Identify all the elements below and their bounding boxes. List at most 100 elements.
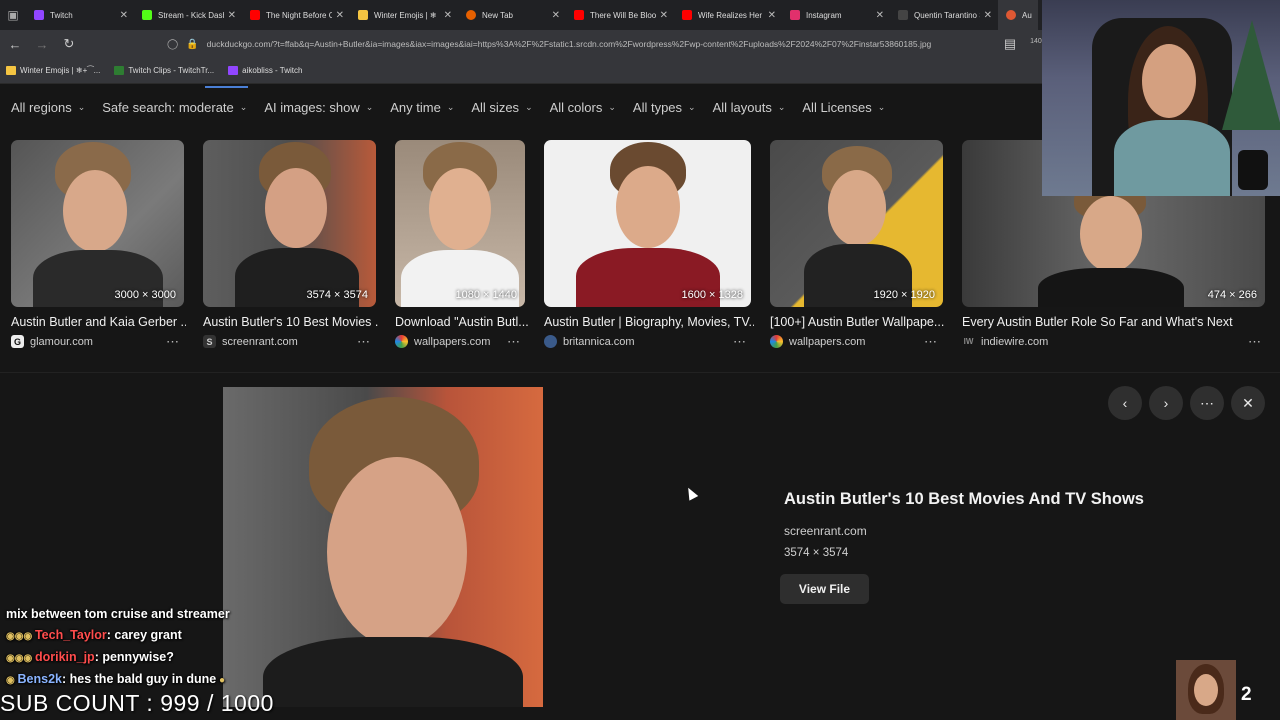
reader-view-icon[interactable]: ▤: [998, 32, 1022, 56]
result-title-3[interactable]: Austin Butler | Biography, Movies, TV...: [544, 315, 754, 329]
detail-source[interactable]: screenrant.com: [784, 524, 867, 538]
result-source-3[interactable]: britannica.com: [544, 335, 635, 348]
close-detail-button[interactable]: ✕: [1231, 386, 1265, 420]
tab-9-active[interactable]: Austin: [998, 0, 1038, 30]
url-text: duckduckgo.com/?t=ffab&q=Austin+Butler&i…: [206, 39, 932, 49]
result-thumbnail-1[interactable]: 3574 × 3574: [203, 140, 376, 307]
chat-message: ◉◉◉ Tech_Taylor: carey grant: [6, 625, 230, 647]
tab-label: Stream - Kick Dashb: [158, 10, 224, 20]
close-tab-icon[interactable]: ✕: [876, 10, 884, 21]
result-title-4[interactable]: [100+] Austin Butler Wallpape...: [770, 315, 945, 329]
tab-label: Twitch: [50, 10, 73, 20]
next-image-button[interactable]: ›: [1149, 386, 1183, 420]
result-title-2[interactable]: Download "Austin Butl...: [395, 315, 530, 329]
filter-label: Safe search: moderate: [102, 99, 234, 115]
tab-7[interactable]: Instagram ✕: [782, 0, 890, 30]
tab-6[interactable]: Wife Realizes Her H ✕: [674, 0, 782, 30]
filter-label: All colors: [549, 99, 603, 115]
tab-1[interactable]: Stream - Kick Dashb ✕: [134, 0, 242, 30]
filter-time[interactable]: Any time ⌄: [390, 100, 454, 115]
folder-icon: [6, 66, 16, 75]
badge-icons: ◉: [6, 675, 18, 686]
result-thumbnail-4[interactable]: 1920 × 1920: [770, 140, 943, 307]
glamour-logo-icon: G: [11, 335, 24, 348]
face-shape: [616, 166, 680, 248]
result-title-0[interactable]: Austin Butler and Kaia Gerber ...: [11, 315, 186, 329]
filter-ai-images[interactable]: AI images: show ⌄: [264, 100, 373, 115]
detail-image[interactable]: [223, 387, 543, 707]
close-tab-icon[interactable]: ✕: [768, 10, 776, 21]
close-tab-icon[interactable]: ✕: [552, 10, 560, 21]
result-title-5[interactable]: Every Austin Butler Role So Far and What…: [962, 315, 1262, 329]
result-source-5[interactable]: IW indiewire.com: [962, 335, 1049, 348]
tab-0[interactable]: Twitch ✕: [26, 0, 134, 30]
result-source-4[interactable]: wallpapers.com: [770, 335, 865, 348]
bookmark-0[interactable]: Winter Emojis | ❄+⁀...: [6, 66, 100, 75]
tab-5[interactable]: There Will Be Blood ✕: [566, 0, 674, 30]
chevron-down-icon: ⌄: [525, 101, 533, 112]
filter-types[interactable]: All types ⌄: [633, 100, 696, 115]
chat-text: : carey grant: [106, 628, 182, 642]
result-thumbnail-0[interactable]: 3000 × 3000: [11, 140, 184, 307]
filter-layouts[interactable]: All layouts ⌄: [713, 100, 786, 115]
twitch-favicon-icon: [34, 10, 44, 20]
detail-dimensions: 3574 × 3574: [784, 547, 849, 559]
filter-regions[interactable]: All regions ⌄: [11, 100, 85, 115]
more-options-icon[interactable]: ⋯: [507, 334, 520, 350]
tab-8[interactable]: Quentin Tarantino S ✕: [890, 0, 998, 30]
result-source-0[interactable]: Gglamour.com: [11, 335, 93, 348]
chevron-down-icon: ⌄: [446, 101, 455, 112]
more-options-icon[interactable]: ⋯: [166, 334, 179, 350]
chat-message: ◉ Bens2k: hes the bald guy in dune ●: [6, 669, 230, 691]
tab-overview-icon[interactable]: ▣: [0, 0, 26, 30]
more-options-icon[interactable]: ⋯: [357, 334, 370, 350]
forward-arrow-icon[interactable]: →: [30, 32, 54, 56]
filter-licenses[interactable]: All Licenses ⌄: [802, 100, 885, 115]
result-thumbnail-3[interactable]: 1600 × 1328: [544, 140, 751, 307]
more-options-icon[interactable]: ⋯: [733, 334, 746, 350]
kick-favicon-icon: [142, 10, 152, 20]
body-shape: [263, 637, 523, 707]
image-dimensions: 1920 × 1920: [873, 289, 935, 301]
tab-3[interactable]: Winter Emojis | ❄ ✕: [350, 0, 458, 30]
chevron-down-icon: ⌄: [77, 101, 86, 112]
more-options-button[interactable]: ⋯: [1190, 386, 1224, 420]
close-tab-icon[interactable]: ✕: [660, 10, 668, 21]
chat-overlay: mix between tom cruise and streamer ◉◉◉ …: [6, 604, 230, 691]
bookmark-2[interactable]: aikobliss - Twitch: [228, 66, 302, 75]
filter-colors[interactable]: All colors ⌄: [550, 100, 616, 115]
tab-label: Winter Emojis | ❄: [374, 10, 437, 20]
close-tab-icon[interactable]: ✕: [336, 10, 344, 21]
duckduckgo-favicon-icon: [1006, 10, 1016, 20]
filter-label: All regions: [11, 99, 72, 115]
streamer-webcam: [1042, 0, 1280, 196]
chat-username: Bens2k: [17, 672, 62, 686]
tab-4[interactable]: New Tab ✕: [458, 0, 566, 30]
tab-2[interactable]: The Night Before Ch ✕: [242, 0, 350, 30]
previous-image-button[interactable]: ‹: [1108, 386, 1142, 420]
result-source-2[interactable]: wallpapers.com: [395, 335, 490, 348]
result-title-1[interactable]: Austin Butler's 10 Best Movies ...: [203, 315, 378, 329]
firefox-favicon-icon: [466, 10, 476, 20]
detail-title[interactable]: Austin Butler's 10 Best Movies And TV Sh…: [784, 490, 1144, 509]
close-tab-icon[interactable]: ✕: [444, 10, 452, 21]
close-tab-icon[interactable]: ✕: [120, 10, 128, 21]
tab-label: Quentin Tarantino S: [914, 10, 980, 20]
result-thumbnail-2[interactable]: 1080 × 1440: [395, 140, 525, 307]
close-tab-icon[interactable]: ✕: [228, 10, 236, 21]
bookmark-1[interactable]: Twitch Clips - TwitchTr...: [114, 66, 214, 75]
result-source-1[interactable]: Sscreenrant.com: [203, 335, 298, 348]
view-file-button[interactable]: View File: [780, 574, 869, 604]
twitch-tracker-icon: [114, 66, 125, 75]
chevron-down-icon: ⌄: [688, 101, 696, 112]
chat-username: dorikin_jp: [34, 650, 95, 664]
more-options-icon[interactable]: ⋯: [924, 334, 937, 350]
more-options-icon[interactable]: ⋯: [1248, 334, 1261, 350]
tab-label: Wife Realizes Her H: [698, 10, 764, 20]
face-shape: [1080, 196, 1142, 272]
filter-sizes[interactable]: All sizes ⌄: [471, 100, 532, 115]
filter-safe-search[interactable]: Safe search: moderate ⌄: [102, 100, 247, 115]
back-arrow-icon[interactable]: ←: [3, 32, 27, 56]
reload-icon[interactable]: ↻: [57, 32, 81, 56]
close-tab-icon[interactable]: ✕: [984, 10, 992, 21]
